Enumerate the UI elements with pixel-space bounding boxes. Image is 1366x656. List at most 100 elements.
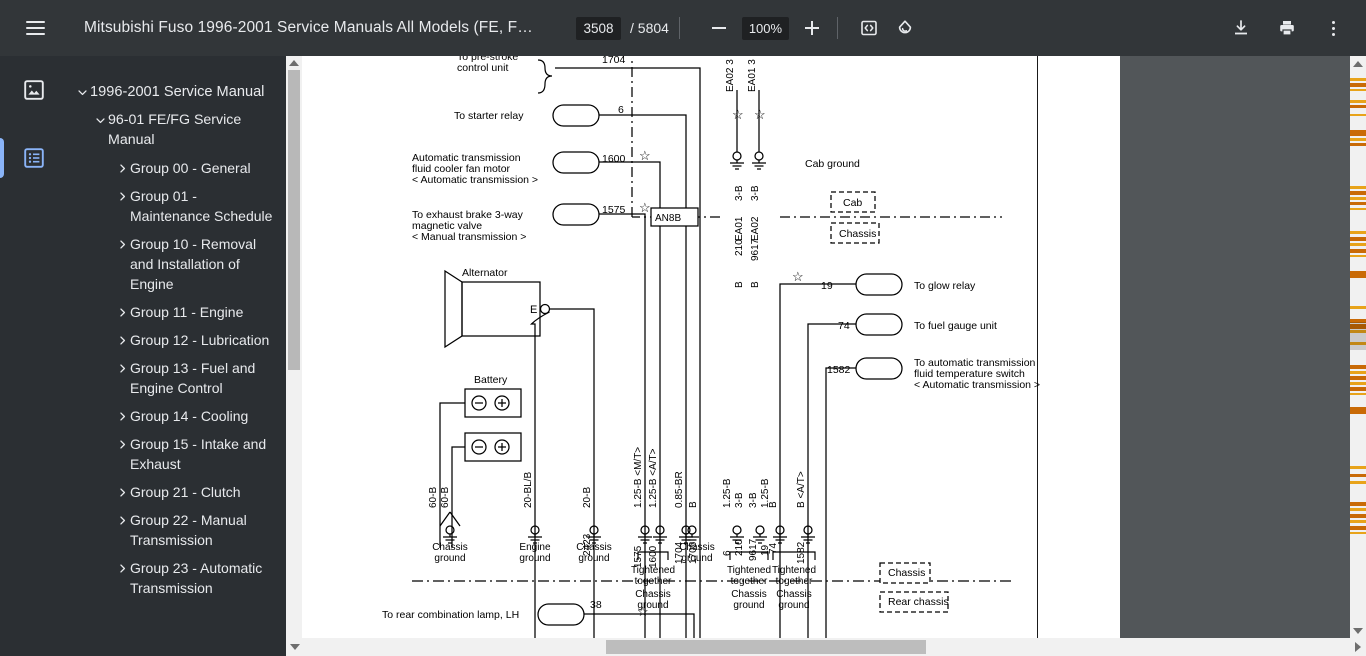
sidebar-item-1[interactable]: 96-01 FE/FG Service Manual	[68, 106, 282, 154]
search-result-marker	[1350, 387, 1366, 391]
chevron-right-icon[interactable]	[114, 158, 130, 178]
search-result-marker	[1350, 481, 1366, 484]
zoom-out-button[interactable]	[704, 13, 734, 43]
search-result-marker	[1350, 474, 1366, 477]
search-result-marker	[1350, 249, 1366, 253]
svg-text:together: together	[731, 576, 768, 587]
svg-text:EA02 3: EA02 3	[725, 59, 736, 92]
hamburger-menu-icon[interactable]	[18, 11, 52, 45]
chevron-right-icon[interactable]	[114, 482, 130, 502]
sidebar-item-9[interactable]: Group 15 - Intake and Exhaust	[68, 430, 282, 478]
svg-text:9617: 9617	[750, 238, 761, 261]
search-result-marker	[1350, 105, 1366, 108]
svg-text:1704: 1704	[602, 56, 626, 66]
chevron-right-icon[interactable]	[114, 302, 130, 322]
download-icon[interactable]	[1226, 13, 1256, 43]
svg-text:☆: ☆	[639, 148, 651, 163]
svg-text:B <A/T>: B <A/T>	[796, 471, 807, 508]
document-outline-icon[interactable]	[0, 124, 68, 192]
print-icon[interactable]	[1272, 13, 1302, 43]
zoom-in-button[interactable]	[797, 13, 827, 43]
svg-text:ground: ground	[578, 553, 609, 564]
svg-text:To glow relay: To glow relay	[914, 280, 976, 292]
svg-text:AN8B: AN8B	[655, 213, 681, 224]
scroll-right-arrow[interactable]	[1350, 638, 1366, 656]
chevron-down-icon[interactable]	[74, 82, 90, 102]
svg-text:To rear combination lamp, LH: To rear combination lamp, LH	[382, 609, 519, 621]
chevron-right-icon[interactable]	[114, 186, 130, 206]
sidebar-scrollbar[interactable]	[286, 56, 302, 656]
scrollbar-corner	[286, 638, 304, 656]
search-result-marker	[1350, 532, 1366, 534]
svg-text:3-B: 3-B	[734, 185, 745, 201]
kebab-menu-icon[interactable]	[1318, 13, 1348, 43]
viewer-scrollbar[interactable]	[1350, 56, 1366, 638]
search-result-marker	[1350, 100, 1366, 103]
search-result-marker	[1350, 143, 1366, 146]
chevron-right-icon[interactable]	[114, 234, 130, 254]
svg-text:0.85-BR: 0.85-BR	[674, 471, 685, 508]
sidebar-item-6[interactable]: Group 12 - Lubrication	[68, 326, 282, 354]
rotate-icon[interactable]	[890, 13, 920, 43]
svg-text:60-B: 60-B	[440, 487, 451, 508]
horizontal-scrollbar[interactable]	[286, 638, 1366, 656]
sidebar-item-7[interactable]: Group 13 - Fuel and Engine Control	[68, 354, 282, 402]
chevron-right-icon[interactable]	[114, 434, 130, 454]
svg-text:Chassis: Chassis	[679, 542, 715, 553]
svg-text:Alternator: Alternator	[462, 267, 508, 279]
sidebar-item-label: Group 12 - Lubrication	[130, 330, 275, 350]
search-result-marker	[1350, 502, 1366, 506]
sidebar-item-4[interactable]: Group 10 - Removal and Installation of E…	[68, 230, 282, 298]
sidebar-item-12[interactable]: Group 23 - Automatic Transmission	[68, 554, 282, 602]
svg-text:B: B	[750, 281, 761, 288]
sidebar-item-11[interactable]: Group 22 - Manual Transmission	[68, 506, 282, 554]
svg-text:Chassis: Chassis	[432, 542, 468, 553]
search-result-marker	[1350, 514, 1366, 518]
chevron-right-icon[interactable]	[114, 406, 130, 426]
svg-text:210: 210	[734, 539, 745, 556]
sidebar-item-5[interactable]: Group 11 - Engine	[68, 298, 282, 326]
chevron-down-icon[interactable]	[92, 110, 108, 130]
horizontal-scroll-thumb[interactable]	[606, 640, 926, 654]
svg-text:Battery: Battery	[474, 374, 508, 386]
zoom-level-label[interactable]: 100%	[742, 17, 789, 40]
sidebar-item-2[interactable]: Group 00 - General	[68, 154, 282, 182]
svg-text:To fuel gauge unit: To fuel gauge unit	[914, 320, 997, 332]
chevron-right-icon[interactable]	[114, 330, 130, 350]
sidebar-scroll-up-arrow[interactable]	[286, 56, 302, 70]
search-result-marker	[1350, 271, 1366, 278]
svg-text:together: together	[635, 576, 672, 587]
svg-text:☆: ☆	[754, 107, 766, 122]
thumbnail-view-icon[interactable]	[0, 56, 68, 124]
search-result-marker	[1350, 208, 1366, 210]
fit-to-width-icon[interactable]	[854, 13, 884, 43]
search-result-marker	[1350, 89, 1366, 91]
chevron-right-icon[interactable]	[114, 558, 130, 578]
svg-text:6: 6	[618, 104, 624, 116]
sidebar-item-label: Group 10 - Removal and Installation of E…	[130, 234, 282, 294]
pdf-viewport[interactable]: ☆ ☆ ☆ ☆ ☆ ☆ To pre-stroke control unit 1…	[302, 56, 1350, 638]
page-number-input[interactable]	[576, 17, 621, 40]
chevron-right-icon[interactable]	[114, 358, 130, 378]
scroll-up-arrow[interactable]	[1350, 56, 1366, 71]
viewer-scroll-thumb[interactable]	[1350, 322, 1366, 350]
chevron-right-icon[interactable]	[114, 510, 130, 530]
svg-text:☆: ☆	[792, 269, 804, 284]
svg-text:1.25-B <A/T>: 1.25-B <A/T>	[648, 448, 659, 508]
sidebar-item-label: Group 00 - General	[130, 158, 257, 178]
search-result-marker	[1350, 138, 1366, 141]
sidebar-item-8[interactable]: Group 14 - Cooling	[68, 402, 282, 430]
scroll-down-arrow[interactable]	[1350, 623, 1366, 638]
search-result-marker	[1350, 407, 1366, 414]
sidebar-item-0[interactable]: 1996-2001 Service Manual	[68, 78, 282, 106]
sidebar-item-label: 96-01 FE/FG Service Manual	[108, 110, 282, 150]
sidebar-scroll-thumb[interactable]	[288, 70, 300, 370]
search-result-marker	[1350, 508, 1366, 511]
sidebar-item-3[interactable]: Group 01 - Maintenance Schedule	[68, 182, 282, 230]
toolbar-divider-2	[837, 17, 838, 39]
svg-text:☆: ☆	[639, 200, 651, 215]
svg-text:1.25-B: 1.25-B	[722, 478, 733, 508]
sidebar-item-label: Group 23 - Automatic Transmission	[130, 558, 282, 598]
svg-text:210: 210	[734, 239, 745, 256]
sidebar-item-10[interactable]: Group 21 - Clutch	[68, 478, 282, 506]
